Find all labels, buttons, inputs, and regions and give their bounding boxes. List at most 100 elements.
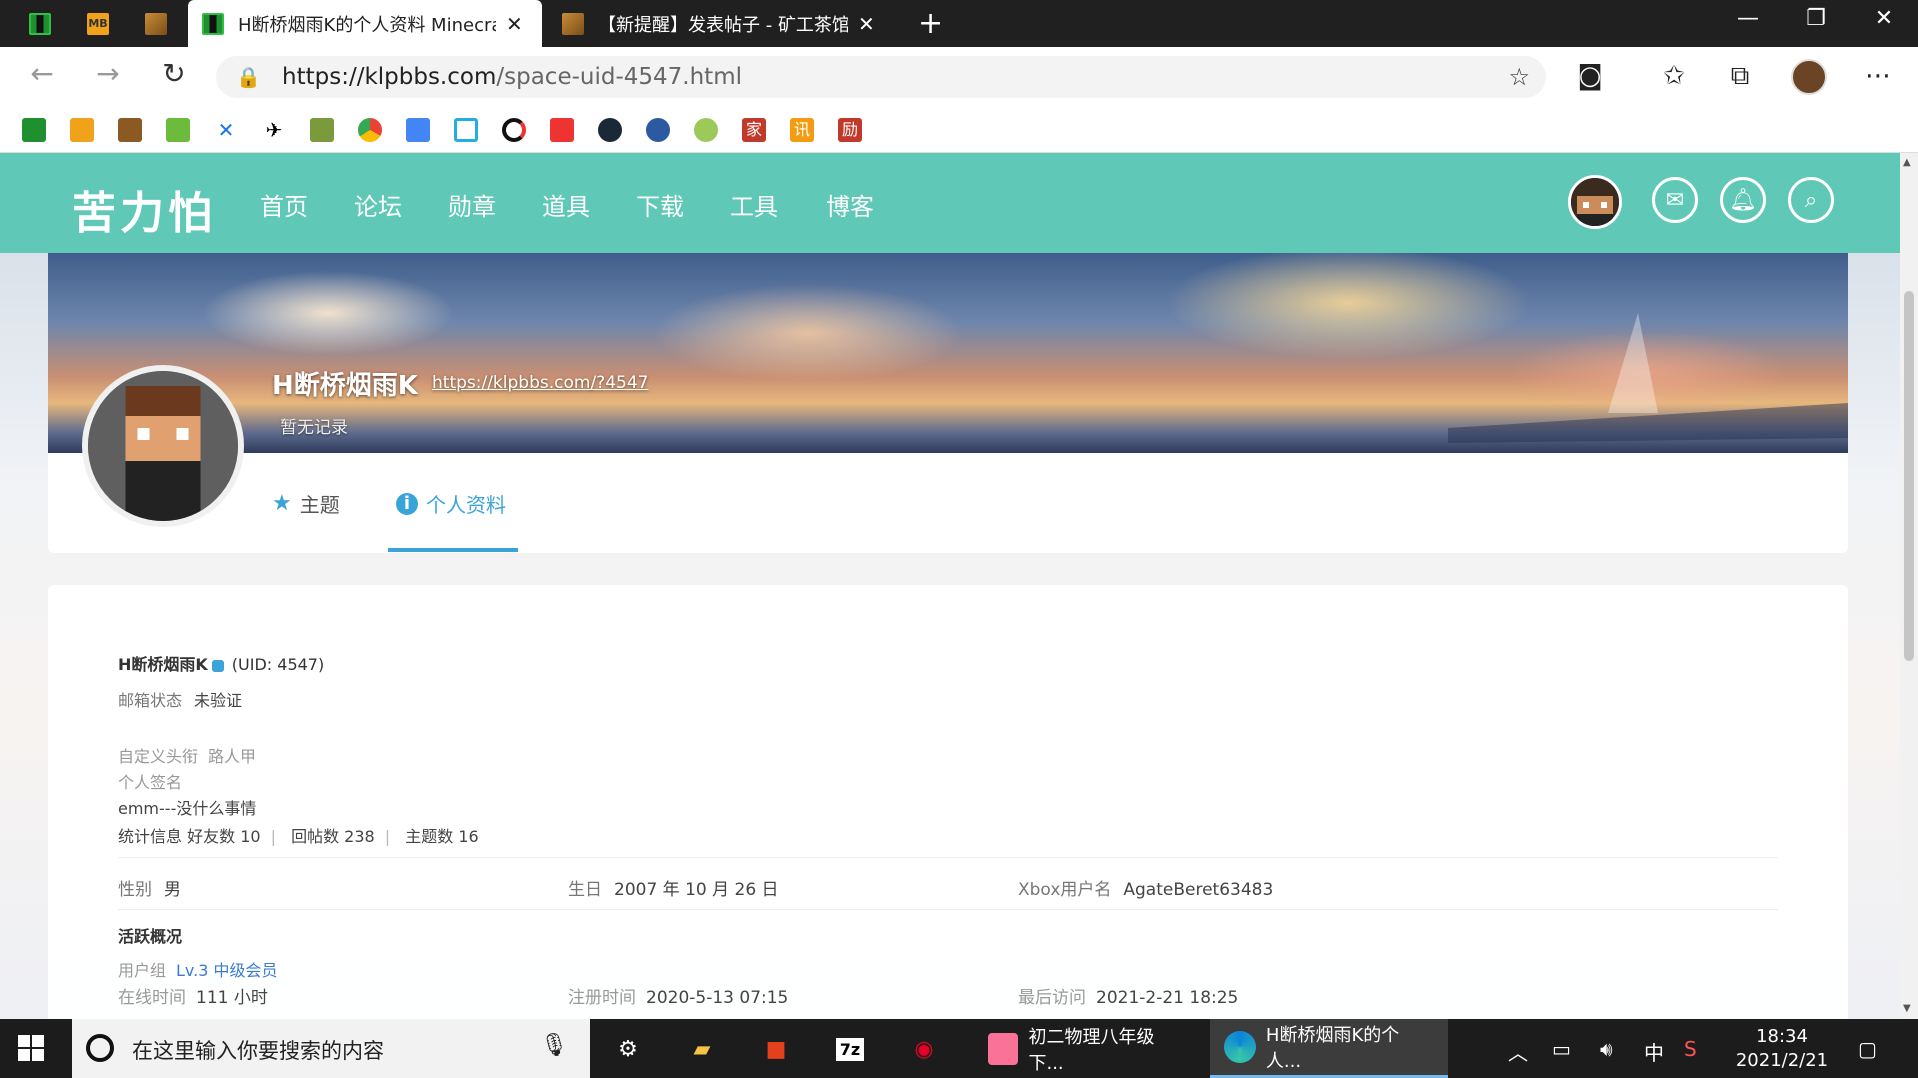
tab-profile-info[interactable]: i 个人资料 <box>396 489 506 518</box>
taskbar-clock[interactable]: 18:34 2021/2/21 <box>1724 1025 1840 1073</box>
divider: | <box>270 827 276 846</box>
back-button[interactable]: ← <box>22 57 62 90</box>
header-avatar[interactable] <box>1568 175 1622 229</box>
topics-count[interactable]: 主题数 16 <box>405 827 478 846</box>
more-menu-icon[interactable]: ⋯ <box>1858 61 1898 91</box>
collections-icon[interactable]: ⧉ <box>1720 61 1760 92</box>
close-icon[interactable]: ✕ <box>858 12 875 36</box>
tab-post[interactable]: 【新提醒】发表帖子 - 矿工茶馆 ✕ <box>548 0 898 47</box>
ime-indicator[interactable]: 中 <box>1644 1037 1664 1066</box>
nav-tools[interactable]: 工具 <box>730 187 778 222</box>
battery-icon[interactable]: ▭ <box>1552 1037 1571 1061</box>
search-icon[interactable]: ⌕ <box>1788 177 1834 223</box>
restore-button[interactable]: ❐ <box>1782 6 1850 31</box>
bookmark-translate-icon[interactable] <box>406 118 430 142</box>
close-icon[interactable]: ✕ <box>506 12 523 36</box>
address-toolbar: ← → ↻ 🔒 https://klpbbs.com/space-uid-454… <box>0 47 1918 107</box>
bookmark-mb-icon[interactable] <box>70 118 94 142</box>
group-value[interactable]: Lv.3 中级会员 <box>176 961 278 980</box>
microphone-icon[interactable]: 🎙︎ <box>540 1033 568 1058</box>
bookmark-controller-icon[interactable] <box>646 118 670 142</box>
profile-avatar[interactable] <box>1791 59 1827 95</box>
nav-medals[interactable]: 勋章 <box>448 187 496 222</box>
netease-music-icon[interactable]: ◉ <box>902 1027 946 1071</box>
title-label: 自定义头衔 <box>118 747 199 766</box>
url-path: /space-uid-4547.html <box>496 64 742 90</box>
replies-count[interactable]: 回帖数 238 <box>291 827 375 846</box>
tab-profile[interactable]: H断桥烟雨K的个人资料 Minecraft ✕ <box>188 0 542 47</box>
file-explorer-icon[interactable]: ▰ <box>680 1027 724 1071</box>
pinned-tab-mb[interactable]: MB <box>74 0 122 47</box>
online-label: 在线时间 <box>118 988 186 1008</box>
bookmark-minecraft-icon[interactable] <box>22 118 46 142</box>
scroll-up-icon[interactable]: ▲ <box>1903 157 1911 168</box>
mail-icon[interactable]: ✉ <box>1652 177 1698 223</box>
refresh-button[interactable]: ↻ <box>154 57 194 90</box>
pinned-tab-creeper[interactable] <box>16 0 64 47</box>
favorites-icon[interactable]: ✩ <box>1654 61 1694 91</box>
profile-link[interactable]: https://klpbbs.com/?4547 <box>432 373 648 393</box>
bookmarks-bar: ✕ ✈ 家 讯 励 <box>0 107 1918 153</box>
creeper-icon <box>29 12 51 35</box>
nav-items[interactable]: 道具 <box>542 187 590 222</box>
gender-value: 男 <box>164 880 181 900</box>
extension-icon[interactable]: ◙ <box>1570 61 1610 91</box>
info-icon: i <box>396 492 418 515</box>
last-visit-field: 最后访问 2021-2-21 18:25 <box>1018 983 1238 1008</box>
bell-icon[interactable]: 🔔︎ <box>1720 177 1766 223</box>
friends-count[interactable]: 好友数 10 <box>187 827 260 846</box>
pinned-tab-box[interactable] <box>132 0 180 47</box>
bookmark-xun-icon[interactable]: 讯 <box>790 118 814 142</box>
sogou-icon[interactable]: S <box>1684 1037 1697 1061</box>
nav-download[interactable]: 下载 <box>636 187 684 222</box>
new-tab-button[interactable]: + <box>918 6 943 41</box>
replies-value: 238 <box>344 827 375 846</box>
email-label: 邮箱状态 <box>118 691 183 710</box>
taskbar-search[interactable]: 在这里输入你要搜索的内容 🎙︎ <box>72 1019 590 1078</box>
settings-gear-icon[interactable]: ⚙ <box>606 1027 650 1071</box>
bookmark-steam-icon[interactable] <box>598 118 622 142</box>
taskbar-window-bilibili[interactable]: 初二物理八年级下... <box>974 1019 1196 1078</box>
taskbar-window-edge[interactable]: H断桥烟雨K的个人... <box>1210 1019 1448 1078</box>
email-row: 邮箱状态 未验证 <box>118 687 242 711</box>
forward-button[interactable]: → <box>88 57 128 90</box>
scroll-down-icon[interactable]: ▼ <box>1903 1003 1911 1014</box>
last-value: 2021-2-21 18:25 <box>1096 988 1239 1008</box>
site-logo[interactable]: 苦力怕 <box>72 177 216 241</box>
tab-topics[interactable]: ★ 主题 <box>272 489 340 518</box>
start-button[interactable] <box>18 1035 44 1061</box>
bookmark-face-icon[interactable] <box>694 118 718 142</box>
nav-home[interactable]: 首页 <box>260 187 308 222</box>
bookmark-curseforge-icon[interactable] <box>502 118 526 142</box>
bookmark-lock-icon[interactable] <box>550 118 574 142</box>
volume-icon[interactable]: 🔊︎ <box>1600 1037 1613 1061</box>
online-field: 在线时间 111 小时 <box>118 983 268 1008</box>
bookmark-grass-block-icon[interactable] <box>310 118 334 142</box>
address-bar[interactable]: 🔒 https://klpbbs.com/space-uid-4547.html… <box>216 56 1546 98</box>
nav-forum[interactable]: 论坛 <box>354 187 402 222</box>
add-favorite-icon[interactable]: ☆ <box>1508 63 1530 91</box>
bookmark-box-icon[interactable] <box>118 118 142 142</box>
bookmark-green-box-icon[interactable] <box>166 118 190 142</box>
bookmark-bilibili-icon[interactable] <box>454 118 478 142</box>
stats-row: 统计信息 好友数 10 | 回帖数 238 | 主题数 16 <box>118 823 479 847</box>
bookmark-x-icon[interactable]: ✕ <box>214 118 238 142</box>
lock-icon[interactable]: 🔒 <box>236 65 261 89</box>
page-scrollbar[interactable]: ▲ ▼ <box>1900 153 1918 1019</box>
office-icon[interactable]: ■ <box>754 1027 798 1071</box>
window-label: 初二物理八年级下... <box>1028 1026 1155 1074</box>
bookmark-li-icon[interactable]: 励 <box>838 118 862 142</box>
bookmark-jia-icon[interactable]: 家 <box>742 118 766 142</box>
7zip-icon[interactable]: 7z <box>828 1027 872 1071</box>
close-window-button[interactable]: ✕ <box>1850 6 1918 31</box>
title-row: 自定义头衔 路人甲 <box>118 743 256 767</box>
scroll-thumb[interactable] <box>1904 291 1914 661</box>
bookmark-paper-plane-icon[interactable]: ✈ <box>262 118 286 142</box>
chevron-up-icon[interactable]: ︿ <box>1508 1037 1528 1066</box>
minimize-button[interactable]: — <box>1714 6 1782 31</box>
notification-icon[interactable]: ▢ <box>1858 1037 1877 1061</box>
xbox-value: AgateBeret63483 <box>1123 880 1274 900</box>
bookmark-chrome-icon[interactable] <box>358 118 382 142</box>
url-text[interactable]: https://klpbbs.com/space-uid-4547.html <box>282 64 742 90</box>
nav-blog[interactable]: 博客 <box>826 187 874 222</box>
